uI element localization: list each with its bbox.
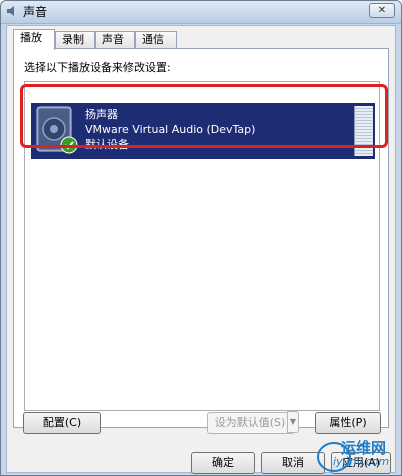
- close-button[interactable]: ✕: [369, 3, 395, 18]
- annotation-highlight-box: [20, 84, 388, 148]
- configure-button[interactable]: 配置(C): [23, 412, 101, 434]
- set-default-dropdown[interactable]: ▼: [287, 411, 299, 433]
- watermark-url: iyunv.com: [333, 455, 390, 468]
- tab-communications[interactable]: 通信: [135, 31, 177, 49]
- tab-playback[interactable]: 播放: [13, 29, 55, 50]
- set-default-button[interactable]: 设为默认值(S): [207, 412, 293, 434]
- sound-dialog: 声音 ✕ 播放 录制 声音 通信 选择以下播放设备来修改设置: 扬声器 VMwa…: [0, 0, 402, 476]
- tab-sounds[interactable]: 声音: [95, 31, 135, 49]
- window-title: 声音: [23, 5, 48, 19]
- title-bar[interactable]: 声音 ✕: [1, 1, 401, 24]
- instruction-text: 选择以下播放设备来修改设置:: [24, 61, 171, 74]
- ok-button[interactable]: 确定: [191, 452, 255, 474]
- tab-recording[interactable]: 录制: [55, 31, 95, 49]
- sound-app-icon: [7, 6, 14, 16]
